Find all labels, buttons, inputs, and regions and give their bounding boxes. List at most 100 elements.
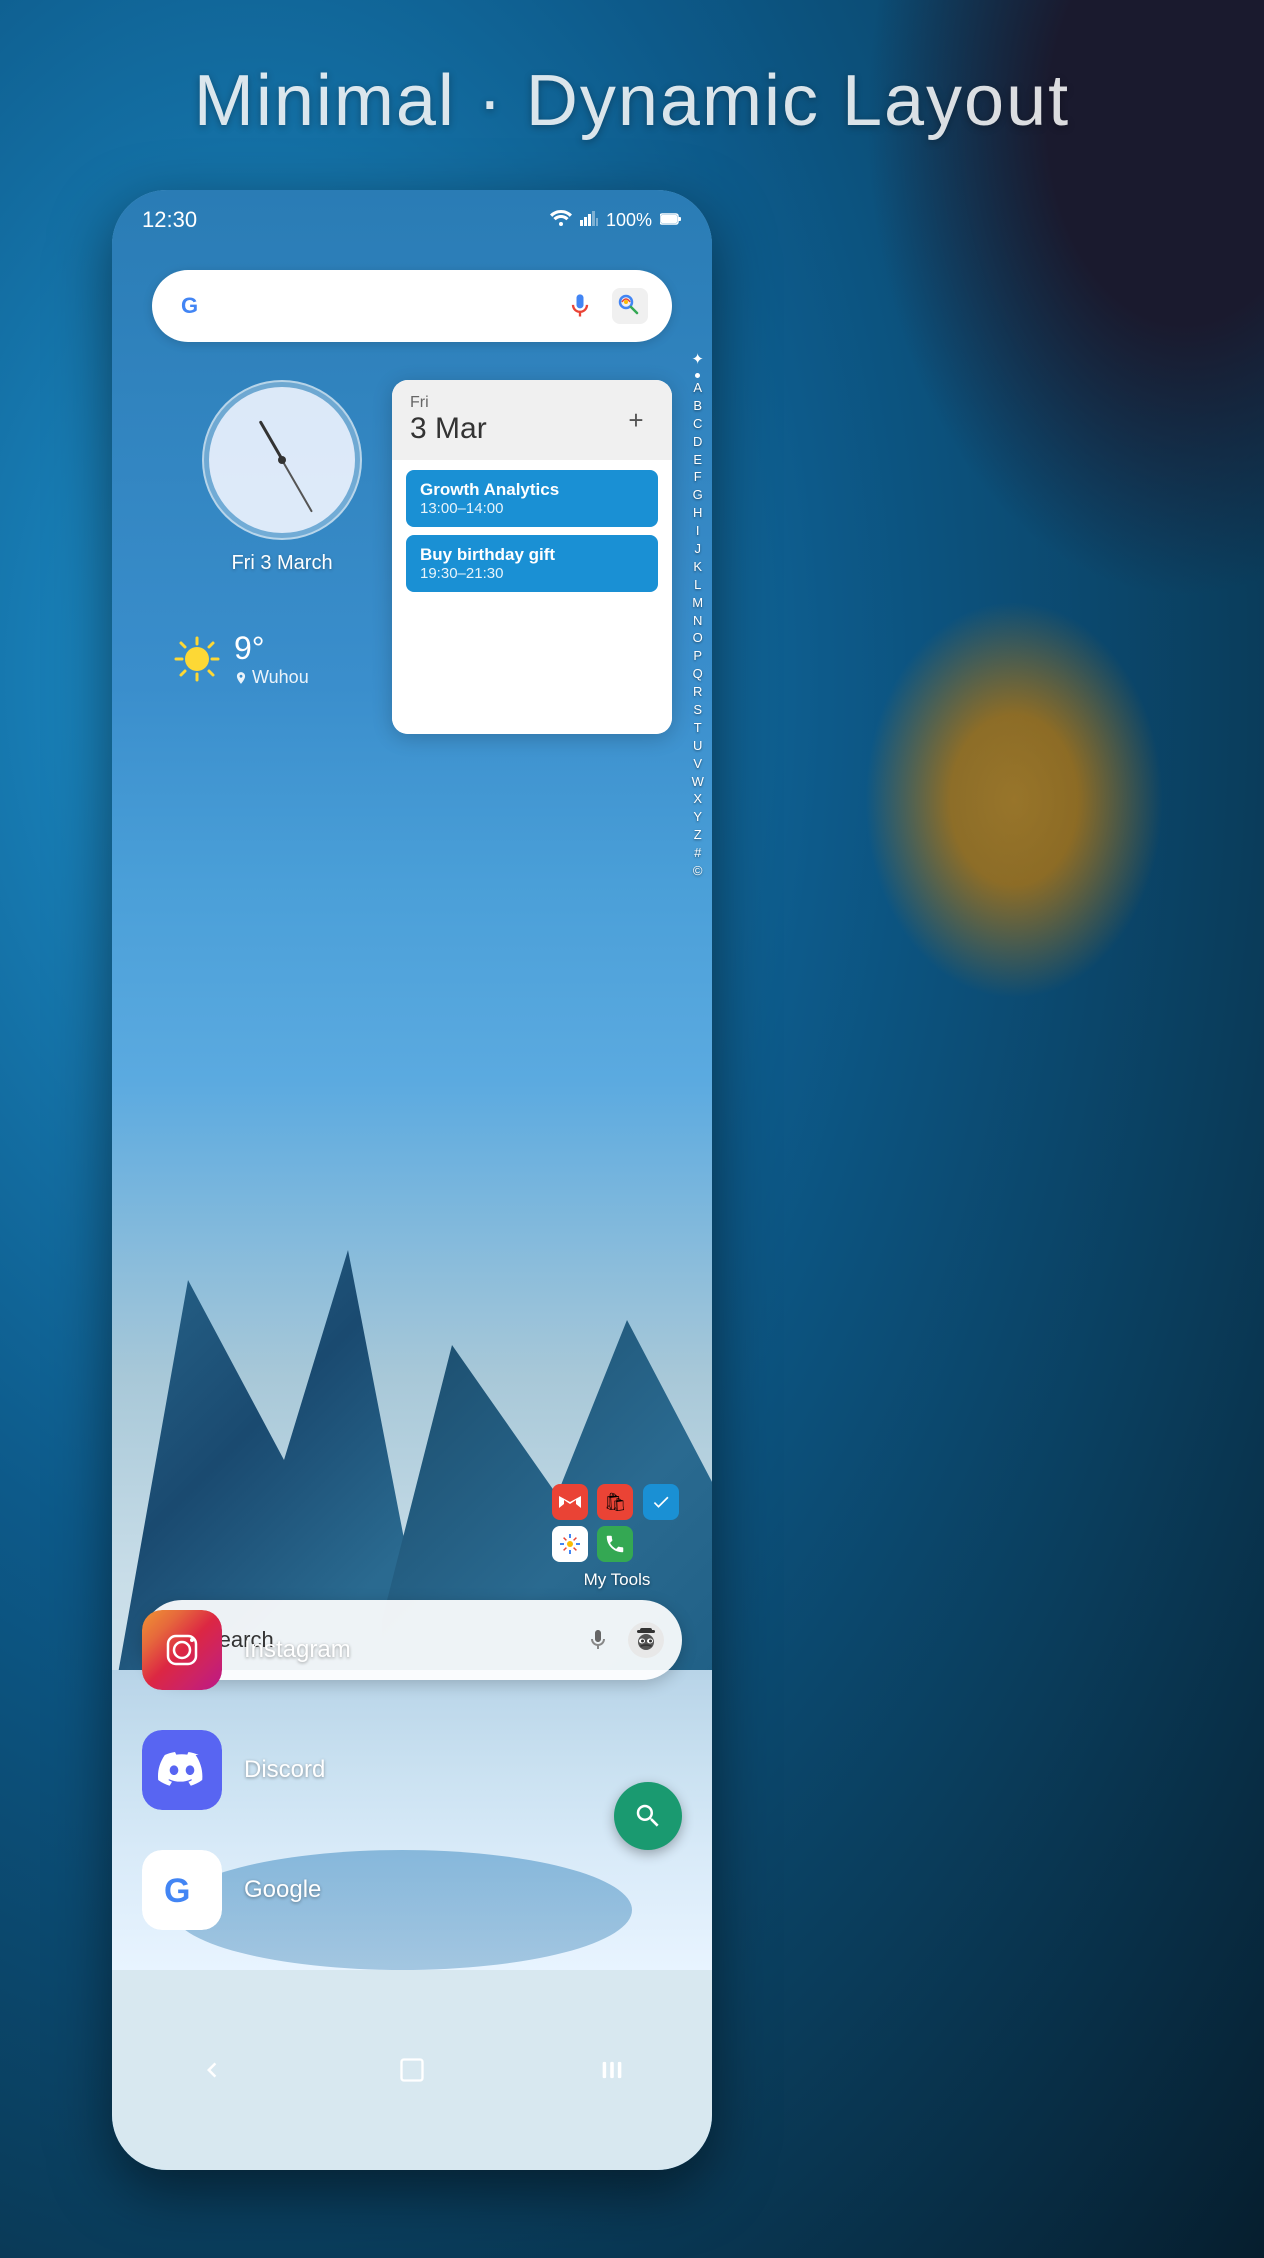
alpha-n[interactable]: N [693, 613, 702, 630]
alpha-q[interactable]: Q [693, 666, 703, 683]
tasks-tool-icon[interactable] [643, 1484, 679, 1520]
my-tools-section: 🛍 [552, 1484, 682, 1590]
app-item-discord[interactable]: Discord [142, 1730, 682, 1810]
discord-icon [142, 1730, 222, 1810]
google-app-icon: G [142, 1850, 222, 1930]
alpha-w[interactable]: W [692, 774, 704, 791]
alphabet-index: ✦ A B C D E F G H I J K L M N O P Q R S … [691, 350, 704, 880]
alpha-f[interactable]: F [694, 469, 702, 486]
event-2-title: Buy birthday gift [420, 545, 644, 565]
google-search-bar[interactable]: G [152, 270, 672, 342]
alpha-t[interactable]: T [694, 720, 702, 737]
google-logo: G [172, 286, 212, 326]
calendar-widget: Fri 3 Mar + Growth Analytics 13:00–14:00… [392, 380, 672, 734]
location-name: Wuhou [252, 667, 309, 688]
weather-location: Wuhou [234, 667, 309, 688]
calendar-events: Growth Analytics 13:00–14:00 Buy birthda… [392, 460, 672, 734]
phone-frame: 12:30 100% [112, 190, 712, 2170]
calendar-day-number: 3 Mar [410, 412, 487, 446]
analog-clock [202, 380, 362, 540]
alpha-m[interactable]: M [692, 595, 703, 612]
my-tools-label: My Tools [552, 1570, 682, 1590]
alpha-dot [695, 373, 700, 378]
alpha-h[interactable]: H [693, 505, 702, 522]
recents-button[interactable] [582, 2040, 642, 2100]
alpha-hash[interactable]: # [694, 845, 701, 862]
signal-icon [580, 210, 598, 231]
page-title: Minimal · Dynamic Layout [0, 60, 1264, 142]
svg-text:G: G [181, 293, 198, 318]
alpha-y[interactable]: Y [693, 809, 702, 826]
bg-gold-overlay [864, 600, 1164, 1000]
weather-info: 9° Wuhou [234, 630, 309, 688]
home-button[interactable] [382, 2040, 442, 2100]
alpha-d[interactable]: D [693, 434, 702, 451]
alpha-k[interactable]: K [693, 559, 702, 576]
calendar-event-2[interactable]: Buy birthday gift 19:30–21:30 [406, 535, 658, 592]
google-lens-icon[interactable] [608, 284, 652, 328]
alpha-j[interactable]: J [694, 541, 701, 558]
weather-col [172, 634, 222, 684]
alpha-v[interactable]: V [693, 756, 702, 773]
alpha-i[interactable]: I [696, 523, 700, 540]
instagram-app-name: Instagram [244, 1636, 351, 1664]
svg-text:G: G [164, 1872, 190, 1910]
alpha-e[interactable]: E [693, 452, 702, 469]
clock-widget: Fri 3 March [172, 380, 392, 575]
status-bar: 12:30 100% [112, 190, 712, 250]
calendar-event-1[interactable]: Growth Analytics 13:00–14:00 [406, 470, 658, 527]
minute-hand [281, 460, 313, 513]
location-pin-icon [234, 671, 248, 685]
app-list: Instagram Discord G Googl [142, 1610, 682, 1970]
alpha-p[interactable]: P [693, 648, 702, 665]
voice-search-icon[interactable] [562, 288, 598, 324]
alpha-c[interactable]: C [693, 416, 702, 433]
discord-app-name: Discord [244, 1756, 325, 1784]
alpha-x[interactable]: X [693, 791, 702, 808]
alpha-r[interactable]: R [693, 684, 702, 701]
nav-bar [112, 1990, 712, 2170]
alpha-b[interactable]: B [693, 398, 702, 415]
clock-date: Fri 3 March [172, 552, 392, 575]
alpha-z[interactable]: Z [694, 827, 702, 844]
back-button[interactable] [182, 2040, 242, 2100]
app-item-instagram[interactable]: Instagram [142, 1610, 682, 1690]
fab-search-button[interactable] [614, 1782, 682, 1850]
alpha-copyright[interactable]: © [693, 863, 703, 880]
event-1-time: 13:00–14:00 [420, 500, 644, 517]
calendar-add-button[interactable]: + [618, 402, 654, 438]
gmail-tool-icon[interactable] [552, 1484, 588, 1520]
temperature: 9° [234, 630, 309, 667]
status-time: 12:30 [142, 207, 197, 233]
alpha-s[interactable]: S [693, 702, 702, 719]
event-1-title: Growth Analytics [420, 480, 644, 500]
battery-icon [660, 210, 682, 231]
photos-tool-icon[interactable] [552, 1526, 588, 1562]
alpha-g[interactable]: G [693, 487, 703, 504]
wifi-icon [550, 210, 572, 231]
event-2-time: 19:30–21:30 [420, 565, 644, 582]
clock-face [209, 387, 355, 533]
calendar-day-short: Fri [410, 394, 487, 412]
hour-hand [258, 420, 283, 460]
alpha-l[interactable]: L [694, 577, 701, 594]
weather-widget: 9° Wuhou [172, 630, 309, 688]
calendar-date-label: Fri 3 Mar [410, 394, 487, 446]
app-item-google[interactable]: G Google [142, 1850, 682, 1930]
calendar-header: Fri 3 Mar + [392, 380, 672, 460]
alpha-plus: ✦ [691, 350, 704, 368]
google-app-name: Google [244, 1876, 321, 1904]
battery-level: 100% [606, 210, 652, 231]
instagram-icon [142, 1610, 222, 1690]
sun-icon [172, 634, 222, 684]
alpha-o[interactable]: O [693, 630, 703, 647]
tools-icons-grid: 🛍 [552, 1484, 682, 1562]
calendar-empty-space [406, 600, 658, 720]
alpha-u[interactable]: U [693, 738, 702, 755]
shopping-tool-icon[interactable]: 🛍 [597, 1484, 633, 1520]
clock-center [278, 456, 286, 464]
status-icons: 100% [550, 210, 682, 231]
alpha-a[interactable]: A [693, 380, 702, 397]
fab-search-icon [633, 1801, 663, 1831]
phone-tool-icon[interactable] [597, 1526, 633, 1562]
